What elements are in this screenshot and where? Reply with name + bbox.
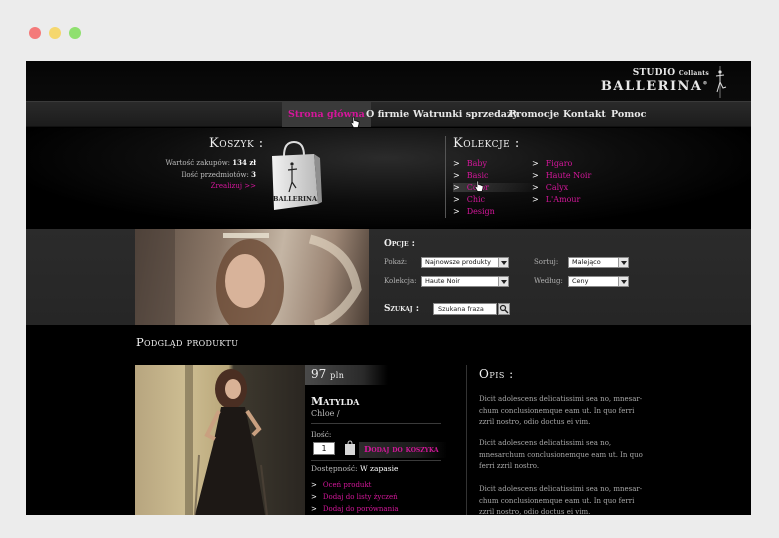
- product-name: Matylda: [311, 395, 360, 408]
- by-select[interactable]: Ceny: [568, 276, 629, 287]
- options-band: Opcje : Pokaż: Najnowsze produkty Sortuj…: [26, 229, 751, 325]
- cart-collections-area: Koszyk : Wartość zakupów: 134 zł Ilość p…: [26, 128, 751, 228]
- collections-divider: [445, 136, 446, 218]
- product-collection[interactable]: Chloe /: [311, 409, 340, 418]
- collection-item-baby[interactable]: > Baby: [453, 159, 487, 168]
- sort-label: Sortuj:: [534, 258, 559, 266]
- logo-line1: STUDIO Collants: [632, 68, 709, 78]
- magnifier-icon: [499, 304, 509, 314]
- description-divider: [466, 365, 467, 515]
- window-close-dot[interactable]: [29, 27, 41, 39]
- product-divider-2: [311, 460, 441, 461]
- collection-dropdown-arrow-icon: [498, 277, 508, 286]
- show-dropdown-arrow-icon: [498, 258, 508, 267]
- svg-text:BALLERINA: BALLERINA: [273, 195, 318, 203]
- search-label: Szukaj :: [384, 304, 420, 314]
- search-input[interactable]: Szukana fraza: [433, 303, 497, 315]
- banner-photo: [135, 229, 369, 325]
- ballerina-logo-icon: [715, 66, 727, 98]
- product-photo-art: [185, 365, 268, 515]
- show-select[interactable]: Najnowsze produkty: [421, 257, 509, 268]
- collection-label: Kolekcja:: [384, 277, 417, 285]
- sort-dropdown-arrow-icon: [618, 258, 628, 267]
- banner-photo-art: [135, 229, 362, 325]
- cart-bag-icon: [345, 440, 355, 455]
- cart-count: Ilość przedmiotów: 3: [181, 170, 256, 179]
- sort-select[interactable]: Malejąco: [568, 257, 629, 268]
- collection-select[interactable]: Haute Noir: [421, 276, 509, 287]
- product-price: 97 pln: [311, 367, 345, 381]
- nav-item-kontakt[interactable]: Kontakt: [557, 102, 612, 127]
- hand-cursor-icon-2: [474, 180, 484, 192]
- product-photo[interactable]: [135, 365, 305, 515]
- by-label: Według:: [534, 277, 563, 285]
- add-to-cart-label[interactable]: Dodaj do koszyka: [364, 445, 439, 455]
- description-paragraph-1: Dicit adolescens delicatissimi sea no, m…: [479, 395, 643, 426]
- search-button[interactable]: [498, 303, 510, 315]
- cart-title: Koszyk :: [209, 136, 264, 151]
- collection-item-figaro[interactable]: > Figaro: [532, 159, 572, 168]
- description-title: Opis :: [479, 367, 514, 381]
- window-minimize-dot[interactable]: [49, 27, 61, 39]
- options-title: Opcje :: [384, 239, 415, 249]
- show-label: Pokaż:: [384, 258, 408, 266]
- description-paragraph-2: Dicit adolescens delicatissimi sea no, m…: [479, 439, 643, 470]
- checkout-link[interactable]: Zrealizuj >>: [211, 182, 256, 190]
- cart-total: Wartość zakupów: 134 zł: [165, 158, 256, 167]
- nav-item-pomoc[interactable]: Pomoc: [605, 102, 652, 127]
- collection-item-chic[interactable]: > Chic: [453, 195, 485, 204]
- browser-viewport: STUDIO Collants BALLERINA® Strona główna…: [26, 61, 751, 515]
- nav-item-promocje[interactable]: Promocje: [503, 102, 565, 127]
- availability: Dostępność: W zapasie: [311, 464, 399, 473]
- main-nav: Strona główna O firmie Watrunki sprzedaż…: [26, 101, 751, 128]
- product-divider: [311, 423, 441, 424]
- site-logo[interactable]: STUDIO Collants BALLERINA®: [601, 66, 731, 98]
- logo-line2: BALLERINA®: [600, 79, 709, 94]
- collection-item-color[interactable]: >Color: [453, 183, 539, 192]
- shopping-bag-icon[interactable]: BALLERINA: [266, 138, 322, 212]
- compare-link[interactable]: > Dodaj do porównania: [311, 505, 399, 513]
- product-preview-title: Podgląd produktu: [136, 335, 239, 349]
- site-header: STUDIO Collants BALLERINA®: [26, 61, 751, 101]
- quantity-input[interactable]: 1: [313, 442, 335, 455]
- collection-item-haute-noir[interactable]: > Haute Noir: [532, 171, 591, 180]
- rate-product-link[interactable]: > Oceń produkt: [311, 481, 372, 489]
- quantity-label: Ilość:: [311, 430, 332, 439]
- description-paragraph-3: Dicit adolescens delicatissimi sea no, m…: [479, 485, 643, 515]
- collections-title: Kolekcje :: [453, 136, 520, 151]
- by-dropdown-arrow-icon: [618, 277, 628, 286]
- wishlist-link[interactable]: > Dodaj do listy życzeń: [311, 493, 398, 501]
- collection-item-lamour[interactable]: > L'Amour: [532, 195, 580, 204]
- collection-item-design[interactable]: > Design: [453, 207, 495, 216]
- collection-item-basic[interactable]: > Basic: [453, 171, 489, 180]
- collection-item-calyx[interactable]: > Calyx: [532, 183, 568, 192]
- window-maximize-dot[interactable]: [69, 27, 81, 39]
